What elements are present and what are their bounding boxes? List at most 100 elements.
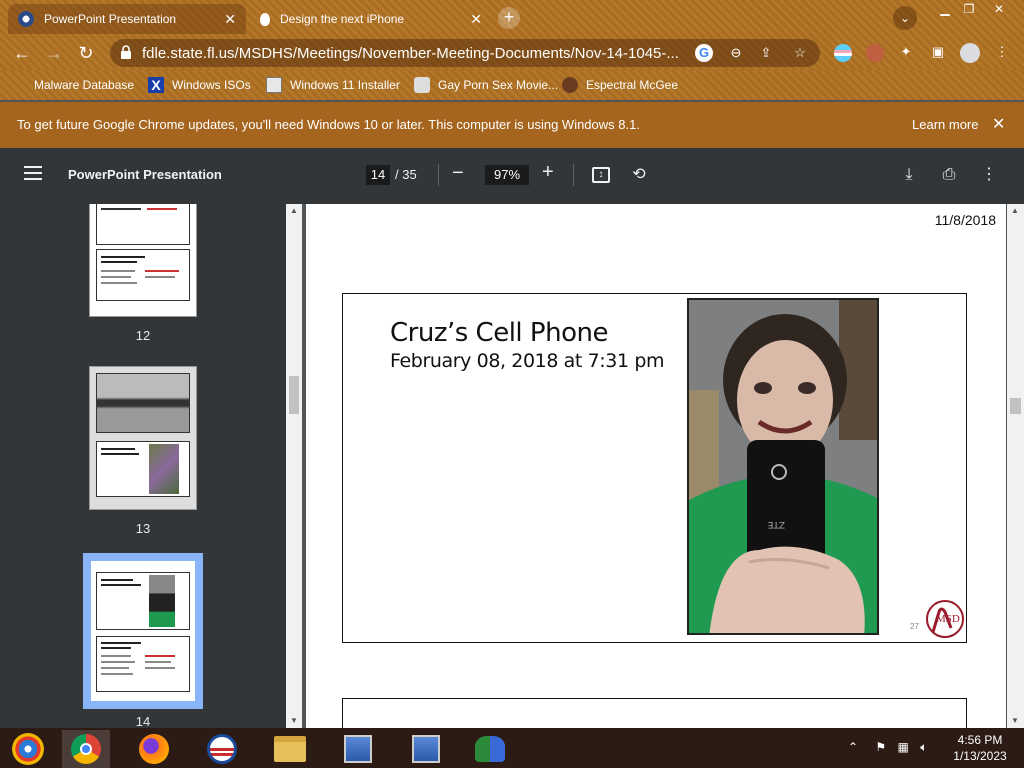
thumbnail-number: 14 bbox=[135, 714, 151, 728]
print-icon[interactable]: ⎙ bbox=[938, 164, 960, 186]
hamburger-menu-icon[interactable] bbox=[24, 166, 42, 180]
clock-date: 1/13/2023 bbox=[953, 749, 1007, 763]
scroll-up-arrow-icon[interactable]: ▲ bbox=[290, 206, 298, 215]
slide-title: Cruz’s Cell Phone bbox=[390, 318, 608, 348]
url-text: fdle.state.fl.us/MSDHS/Meetings/November… bbox=[142, 45, 679, 62]
taskbar-file-explorer[interactable] bbox=[266, 730, 314, 768]
tab-title: Design the next iPhone bbox=[280, 12, 405, 26]
close-tab-icon[interactable]: ✕ bbox=[224, 11, 236, 28]
system-tray: ⌃ ⚑ ▦ 🔈︎ bbox=[848, 740, 927, 755]
zoom-level-input[interactable]: 97% bbox=[485, 165, 529, 185]
phone-brand-text: ZTE bbox=[767, 519, 785, 529]
slide: Cruz’s Cell Phone February 08, 2018 at 7… bbox=[342, 293, 967, 643]
image-file-icon bbox=[266, 77, 282, 93]
account-avatar-icon[interactable] bbox=[960, 43, 980, 63]
sidebar-scrollbar[interactable]: ▲ ▼ bbox=[286, 204, 302, 728]
bookmark-malware-database[interactable]: Malware Database bbox=[14, 76, 134, 94]
sidebar-scroll-thumb[interactable] bbox=[289, 376, 299, 414]
profile-extension-icon[interactable] bbox=[866, 44, 884, 62]
blank-page-icon bbox=[14, 77, 26, 93]
document-title: PowerPoint Presentation bbox=[68, 167, 222, 182]
page-date: 11/8/2018 bbox=[934, 212, 996, 228]
thumbnail-page-14-selected[interactable] bbox=[83, 553, 203, 709]
network-computer-icon bbox=[344, 735, 372, 763]
bookmark-windows-isos[interactable]: X Windows ISOs bbox=[148, 76, 251, 94]
address-bar[interactable]: fdle.state.fl.us/MSDHS/Meetings/November… bbox=[110, 39, 820, 67]
bookmark-label: Windows 11 Installer bbox=[290, 78, 400, 92]
character-icon bbox=[562, 77, 578, 93]
taskbar-people[interactable] bbox=[466, 730, 514, 768]
taskbar-obama-logo[interactable] bbox=[198, 730, 246, 768]
network-icon[interactable]: ▦ bbox=[898, 740, 909, 754]
tab-powerpoint[interactable]: PowerPoint Presentation ✕ bbox=[8, 4, 246, 34]
bookmark-star-icon[interactable]: ☆ bbox=[790, 43, 810, 63]
thumbnail-page-13[interactable] bbox=[89, 366, 197, 510]
tab-strip: PowerPoint Presentation ✕ Design the nex… bbox=[0, 0, 1024, 36]
taskbar-firefox[interactable] bbox=[130, 730, 178, 768]
firefox-icon bbox=[139, 734, 169, 764]
forward-icon[interactable]: → bbox=[42, 42, 66, 66]
tray-expand-icon[interactable]: ⌃ bbox=[848, 740, 858, 754]
viewer-scroll-thumb[interactable] bbox=[1010, 398, 1021, 414]
camera-icon bbox=[414, 77, 430, 93]
taskbar-network-computer-2[interactable] bbox=[402, 730, 450, 768]
selfie-illustration: ZTE bbox=[689, 300, 877, 633]
viewer-scrollbar[interactable]: ▲ ▼ bbox=[1007, 204, 1024, 728]
more-options-icon[interactable]: ⋮ bbox=[978, 164, 1000, 186]
clock-time: 4:56 PM bbox=[957, 733, 1003, 747]
scroll-down-arrow-icon[interactable]: ▼ bbox=[290, 716, 298, 725]
zoom-out-button[interactable]: − bbox=[452, 162, 464, 185]
share-icon[interactable]: ⇪ bbox=[756, 43, 776, 63]
mini-slide bbox=[96, 636, 190, 692]
tab-search-button[interactable]: ⌄ bbox=[893, 6, 917, 30]
folder-icon bbox=[274, 736, 306, 762]
bookmark-windows-11-installer[interactable]: Windows 11 Installer bbox=[266, 76, 400, 94]
mini-slide bbox=[96, 441, 190, 497]
pdf-toolbar: PowerPoint Presentation 14 / 35 − 97% + … bbox=[0, 148, 1024, 204]
divider bbox=[438, 164, 439, 186]
scroll-up-arrow-icon[interactable]: ▲ bbox=[1011, 206, 1019, 215]
download-icon[interactable]: ⤓ bbox=[898, 164, 920, 186]
restore-button[interactable]: ❐ bbox=[954, 0, 984, 18]
volume-icon[interactable]: 🔈︎ bbox=[920, 740, 927, 754]
x-logo-icon: X bbox=[148, 77, 164, 93]
divider bbox=[573, 164, 574, 186]
trans-flag-extension-icon[interactable] bbox=[834, 44, 852, 62]
bookmark-espectral-mcgee[interactable]: Espectral McGee bbox=[562, 76, 678, 94]
scroll-down-arrow-icon[interactable]: ▼ bbox=[1011, 716, 1019, 725]
tab-design-iphone[interactable]: Design the next iPhone ✕ bbox=[250, 4, 492, 34]
flag-icon[interactable]: ⚑ bbox=[875, 740, 886, 754]
close-window-button[interactable]: ✕ bbox=[984, 0, 1014, 18]
pdf-viewer[interactable]: 11/8/2018 Cruz’s Cell Phone February 08,… bbox=[302, 204, 1007, 728]
mini-slide bbox=[96, 572, 190, 630]
learn-more-link[interactable]: Learn more bbox=[912, 117, 978, 132]
page-number-input[interactable]: 14 bbox=[366, 165, 390, 185]
clock[interactable]: 4:56 PM 1/13/2023 bbox=[950, 732, 1010, 764]
rotate-icon[interactable]: ⟲ bbox=[628, 164, 650, 186]
bookmark-label: Espectral McGee bbox=[586, 78, 679, 92]
side-panel-icon[interactable]: ▣ bbox=[928, 42, 948, 62]
extensions-puzzle-icon[interactable]: ✦ bbox=[896, 42, 916, 62]
bookmark-label: Gay Porn Sex Movie... bbox=[438, 78, 559, 92]
zoom-in-button[interactable]: + bbox=[542, 161, 554, 184]
fit-page-icon[interactable]: ↕ bbox=[592, 167, 610, 183]
zoom-icon[interactable]: ⊖ bbox=[726, 43, 746, 63]
back-icon[interactable]: ← bbox=[10, 42, 34, 66]
reload-icon[interactable]: ↻ bbox=[74, 42, 98, 66]
browser-toolbar: ← → ↻ fdle.state.fl.us/MSDHS/Meetings/No… bbox=[0, 36, 1024, 70]
bookmark-label: Windows ISOs bbox=[172, 78, 251, 92]
tab-title: PowerPoint Presentation bbox=[44, 12, 177, 26]
bookmark-movie[interactable]: Gay Porn Sex Movie... bbox=[414, 76, 558, 94]
taskbar-network-computer[interactable] bbox=[334, 730, 382, 768]
windows-taskbar: ⌃ ⚑ ▦ 🔈︎ 4:56 PM 1/13/2023 bbox=[0, 728, 1024, 768]
close-tab-icon[interactable]: ✕ bbox=[470, 11, 482, 28]
chrome-menu-icon[interactable]: ⋮ bbox=[992, 42, 1012, 62]
taskbar-chrome[interactable] bbox=[62, 730, 110, 768]
google-lens-icon[interactable]: G bbox=[695, 44, 713, 62]
new-tab-button[interactable]: + bbox=[498, 7, 520, 29]
thumbnail-page-12[interactable] bbox=[89, 204, 197, 317]
close-infobar-icon[interactable]: ✕ bbox=[992, 114, 1005, 134]
page-total: / 35 bbox=[395, 167, 417, 182]
pdf-page: 11/8/2018 Cruz’s Cell Phone February 08,… bbox=[306, 204, 1006, 728]
start-button[interactable] bbox=[4, 730, 52, 768]
